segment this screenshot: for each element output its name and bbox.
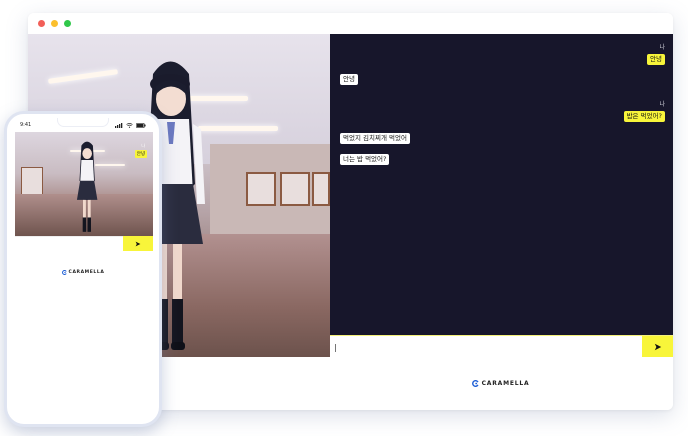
user-message-bubble: 안녕	[134, 150, 147, 158]
chat-message-row: 너는 밥 먹었어?	[340, 154, 390, 165]
close-window-button[interactable]	[38, 20, 45, 27]
status-icons	[115, 122, 146, 128]
phone-notch	[57, 118, 109, 127]
message-sender: 나	[141, 143, 145, 148]
bot-message-bubble: 안녕	[340, 74, 358, 85]
caramella-logo-icon	[61, 270, 67, 275]
chat-input-bar	[330, 335, 673, 358]
status-time: 9:41	[20, 122, 32, 128]
send-button[interactable]	[642, 336, 673, 358]
brand-logo[interactable]: CARAMELLA	[471, 380, 530, 387]
bot-message-bubble: 너는 밥 먹었어?	[340, 154, 390, 165]
maximize-window-button[interactable]	[64, 20, 71, 27]
chat-message-row: 나 안녕	[647, 45, 665, 65]
user-message-bubble: 밥은 먹었어?	[623, 111, 665, 122]
battery-icon	[136, 122, 146, 128]
brand-name: CARAMELLA	[68, 270, 105, 275]
user-message-bubble: 안녕	[647, 54, 665, 65]
phone-brand-logo[interactable]: CARAMELLA	[7, 270, 159, 275]
scene-door	[21, 167, 43, 197]
message-sender: 나	[659, 44, 665, 51]
phone-character-scene: 나 안녕	[15, 132, 153, 236]
mobile-phone-mockup: 9:41 나 안녕 CARAMELLA	[4, 111, 162, 427]
chat-message-row: 안녕	[340, 74, 358, 85]
bot-message-bubble: 먹었지 김치찌개 먹었어	[340, 133, 410, 144]
phone-chat-input[interactable]	[15, 236, 123, 251]
chat-message-row: 먹었지 김치찌개 먹었어	[340, 133, 410, 144]
window-titlebar	[28, 13, 673, 34]
send-arrow-icon	[135, 241, 141, 246]
message-sender: 나	[659, 101, 665, 108]
phone-send-button[interactable]	[123, 236, 153, 251]
brand-name: CARAMELLA	[481, 380, 530, 387]
scene-window	[246, 172, 276, 206]
chat-messages-panel: 나 안녕 안녕 나 밥은 먹었어? 먹었지 김치찌개 먹었어 너는 밥 먹었어?	[330, 34, 673, 335]
minimize-window-button[interactable]	[51, 20, 58, 27]
scene-window	[312, 172, 330, 206]
chat-message-row: 나 밥은 먹었어?	[623, 101, 665, 122]
send-arrow-icon	[654, 343, 661, 351]
scene-window	[280, 172, 310, 206]
caramella-logo-icon	[471, 380, 479, 387]
wifi-icon	[126, 122, 133, 128]
chat-input[interactable]	[330, 336, 642, 358]
signal-icon	[115, 122, 123, 128]
showcase: 나 안녕 안녕 나 밥은 먹었어? 먹었지 김치찌개 먹었어 너는 밥 먹었어?	[0, 0, 688, 436]
anime-character-illustration	[76, 141, 98, 232]
